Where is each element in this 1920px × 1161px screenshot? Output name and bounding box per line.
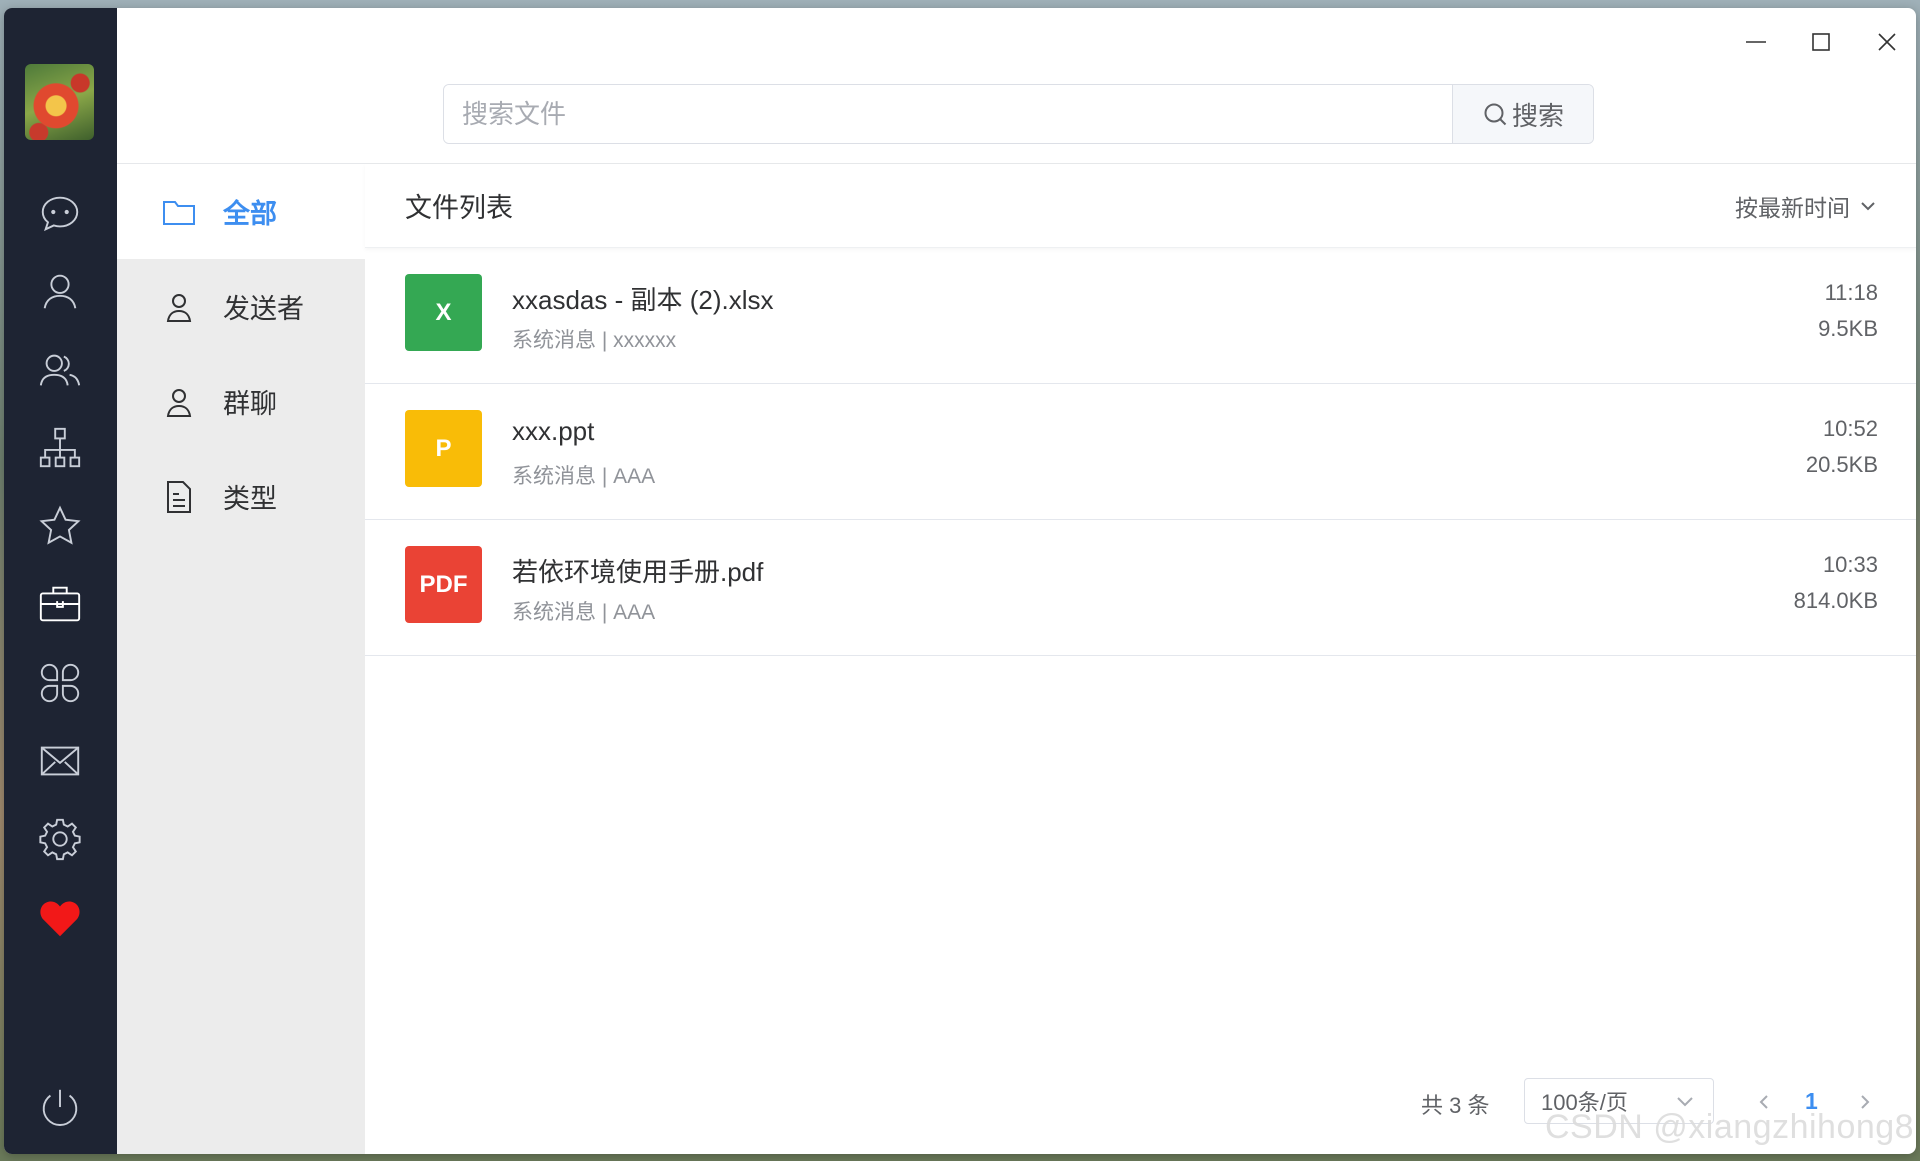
- excel-file-icon: X: [405, 274, 482, 351]
- left-rail: [4, 8, 117, 1154]
- group-icon[interactable]: [30, 340, 90, 400]
- file-meta: 系统消息 | xxxxxx: [512, 329, 677, 352]
- pdf-file-icon: PDF: [405, 546, 482, 623]
- app-window: 搜索 全部 发送者 群聊 类型 文件列表 按最新时间 X xxasd: [4, 8, 1916, 1154]
- file-list-title: 文件列表: [405, 193, 513, 223]
- chat-icon[interactable]: [30, 183, 90, 243]
- document-icon: [167, 480, 191, 513]
- file-name: 若依环境使用手册.pdf: [512, 557, 764, 587]
- file-meta: 系统消息 | AAA: [512, 465, 656, 488]
- file-row[interactable]: PDF 若依环境使用手册.pdf 系统消息 | AAA 10:33 814.0K…: [365, 520, 1916, 656]
- file-time: 11:18: [1824, 280, 1878, 305]
- chevron-down-icon: [1861, 201, 1875, 210]
- file-time: 10:52: [1822, 416, 1878, 441]
- category-type[interactable]: 类型: [117, 449, 365, 544]
- search-button-label: 搜索: [1511, 100, 1564, 131]
- folder-icon: [163, 200, 195, 225]
- ppt-file-icon: P: [405, 410, 482, 487]
- briefcase-icon[interactable]: [30, 574, 90, 634]
- category-all[interactable]: 全部: [117, 164, 365, 259]
- file-size: 814.0KB: [1793, 588, 1878, 613]
- pagination-total: 共 3 条: [1421, 1093, 1490, 1118]
- file-name: xxasdas - 副本 (2).xlsx: [512, 285, 774, 315]
- file-size: 9.5KB: [1818, 316, 1878, 341]
- user-icon: [166, 388, 192, 417]
- search-button[interactable]: 搜索: [1452, 85, 1593, 143]
- file-list-header: 文件列表 按最新时间: [365, 164, 1916, 248]
- file-size: 20.5KB: [1805, 452, 1878, 477]
- category-label: 全部: [223, 199, 277, 229]
- settings-icon[interactable]: [30, 809, 90, 869]
- avatar[interactable]: [25, 64, 94, 140]
- sort-label: 按最新时间: [1735, 194, 1850, 221]
- file-name: xxx.ppt: [512, 416, 595, 446]
- heart-icon[interactable]: [30, 888, 90, 948]
- search-bar: 搜索: [443, 84, 1594, 144]
- category-label: 发送者: [223, 294, 304, 324]
- category-label: 群聊: [223, 389, 277, 419]
- category-group-chat[interactable]: 群聊: [117, 354, 365, 449]
- apps-icon[interactable]: [30, 653, 90, 713]
- category-sender[interactable]: 发送者: [117, 259, 365, 354]
- close-button[interactable]: [1865, 24, 1909, 60]
- sort-dropdown[interactable]: 按最新时间: [1735, 189, 1878, 223]
- user-icon[interactable]: [30, 261, 90, 321]
- power-icon[interactable]: [30, 1078, 90, 1138]
- file-row[interactable]: P xxx.ppt 系统消息 | AAA 10:52 20.5KB: [365, 384, 1916, 520]
- file-meta: 系统消息 | AAA: [512, 601, 656, 624]
- user-icon: [166, 293, 192, 322]
- star-icon[interactable]: [30, 496, 90, 556]
- maximize-button[interactable]: [1799, 24, 1843, 60]
- watermark: CSDN @xiangzhihong8: [1545, 1108, 1915, 1146]
- file-time: 10:33: [1822, 552, 1878, 577]
- category-label: 类型: [223, 484, 277, 514]
- category-sidebar: 全部 发送者 群聊 类型: [117, 164, 365, 1154]
- search-input[interactable]: [444, 85, 1452, 143]
- minimize-button[interactable]: [1734, 24, 1778, 60]
- search-icon: [1484, 103, 1507, 126]
- file-row[interactable]: X xxasdas - 副本 (2).xlsx 系统消息 | xxxxxx 11…: [365, 248, 1916, 384]
- mail-icon[interactable]: [30, 731, 90, 791]
- org-chart-icon[interactable]: [30, 418, 90, 478]
